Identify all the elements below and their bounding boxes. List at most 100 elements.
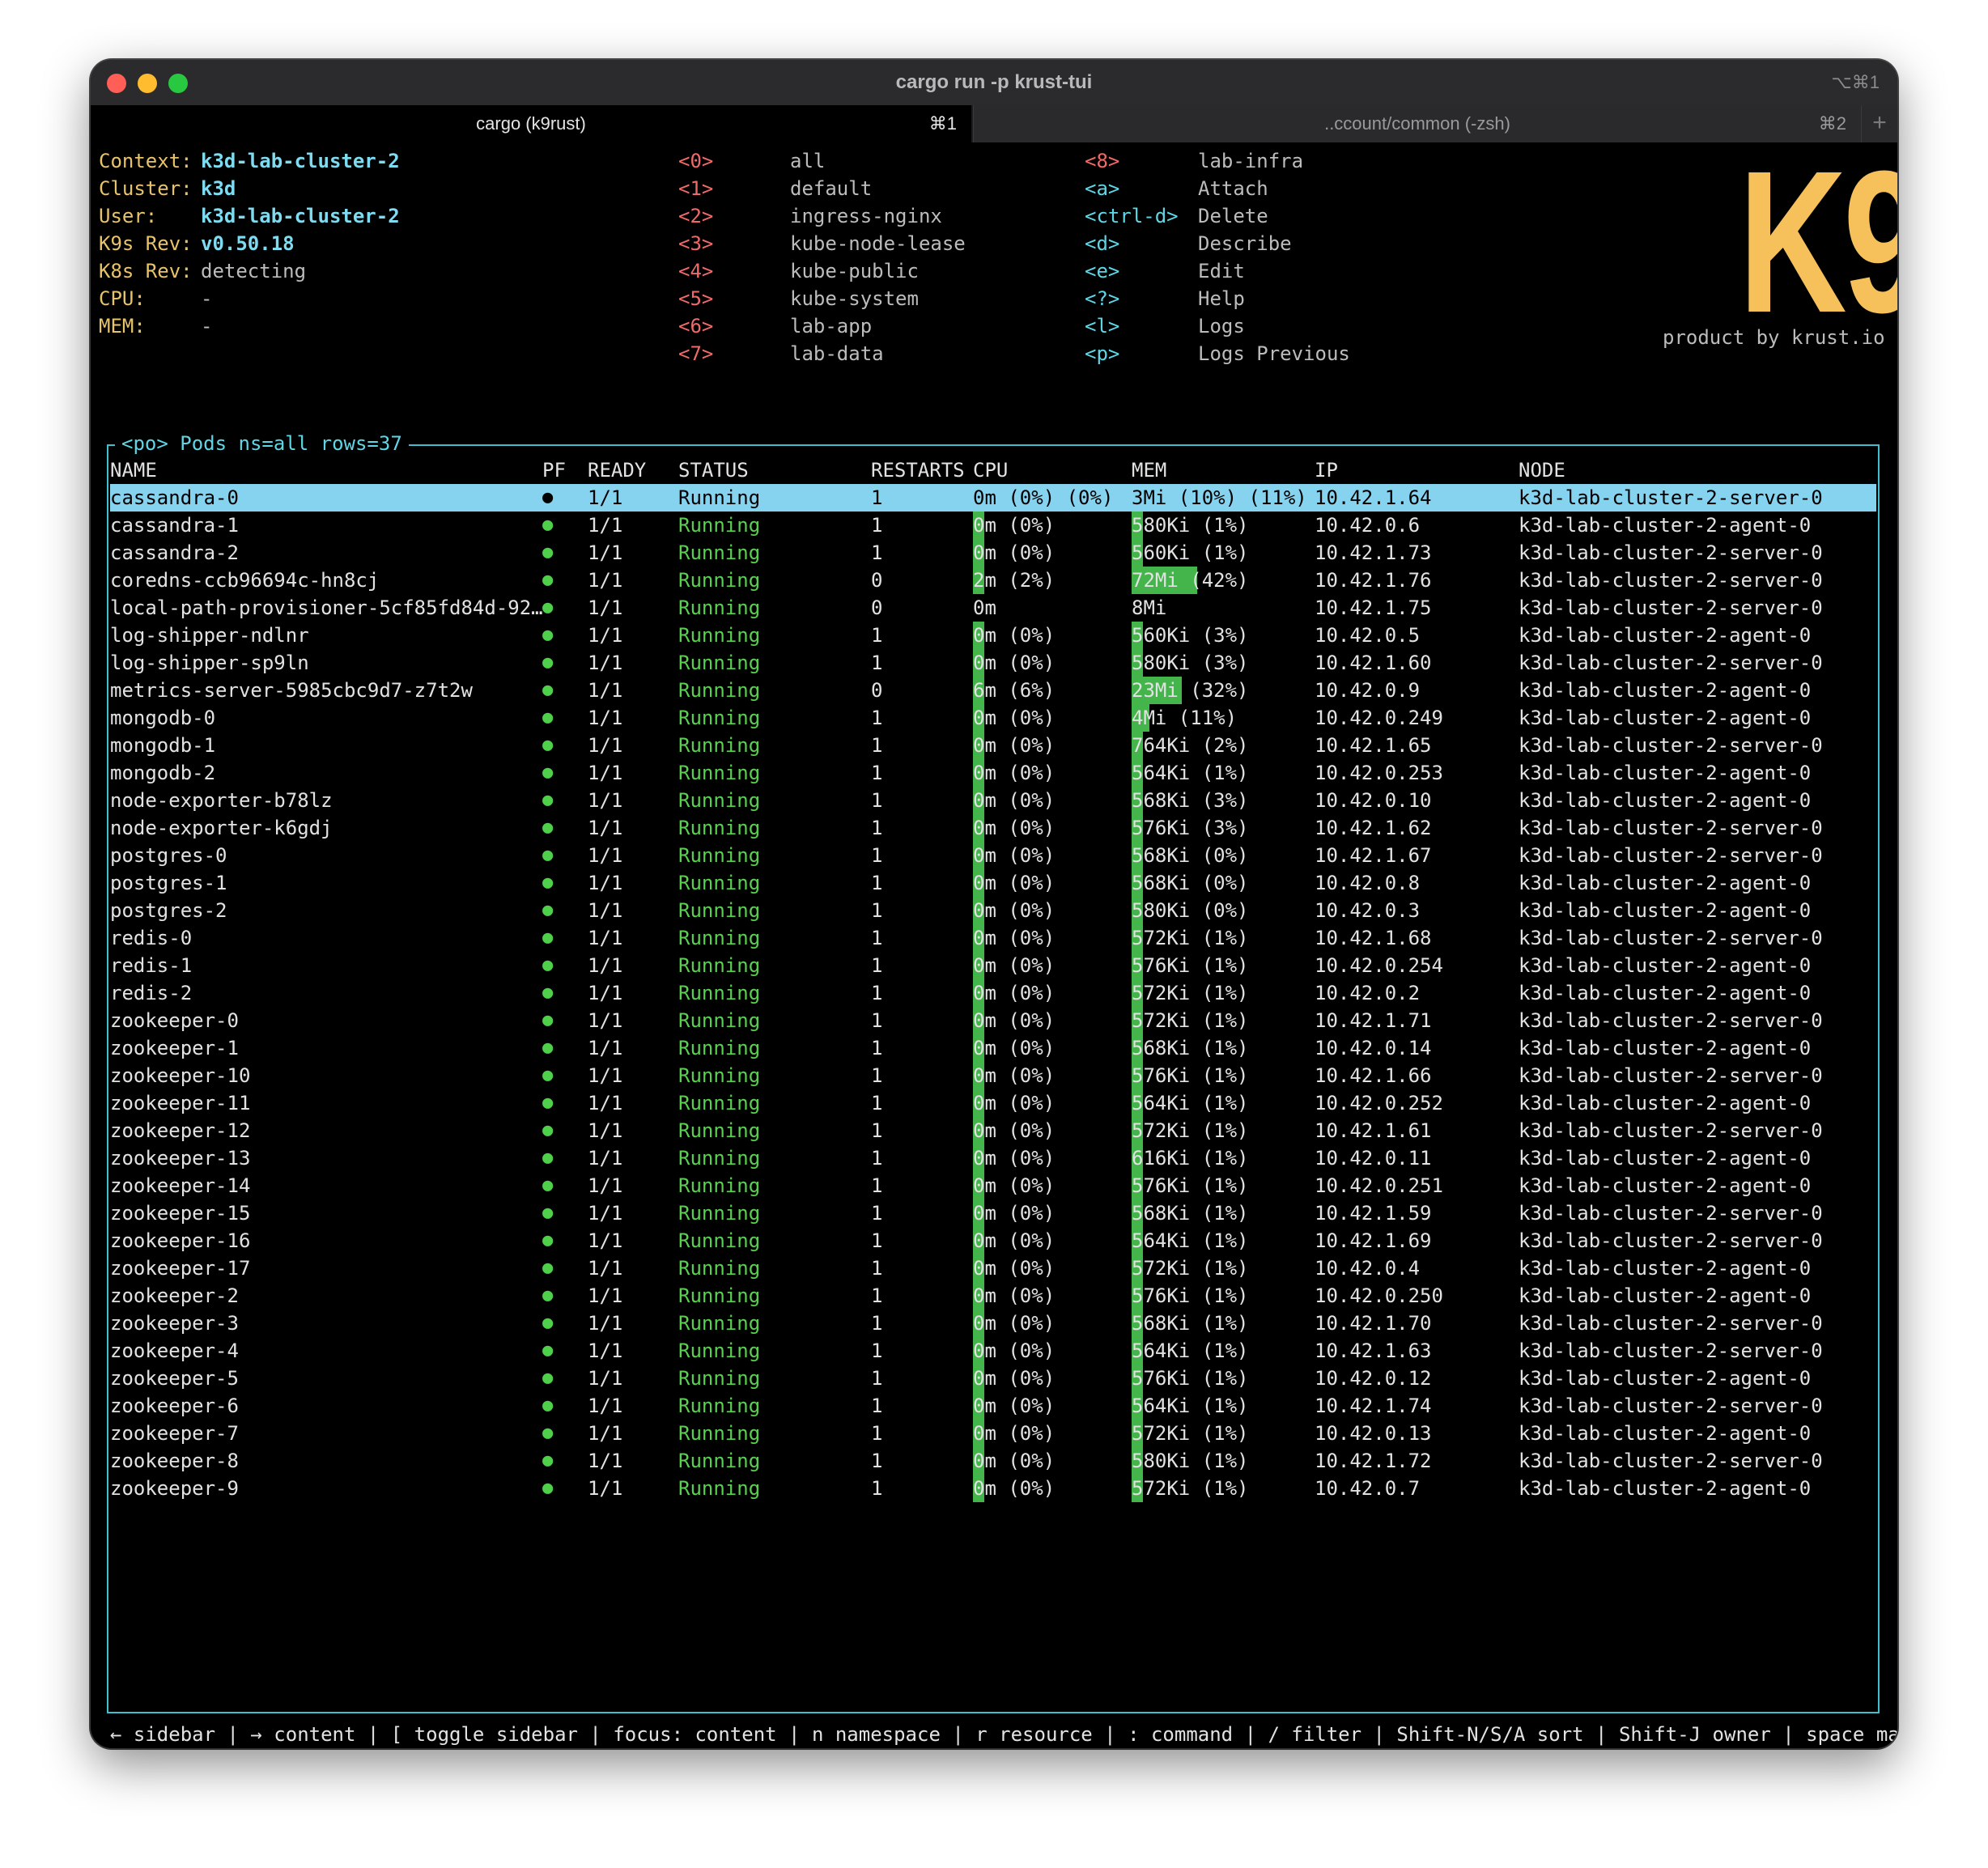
namespace-item[interactable]: ingress-nginx [790,202,942,230]
namespace-item[interactable]: kube-public [790,257,919,285]
cell-pf: ● [542,735,554,755]
namespace-key[interactable]: <0> [678,147,713,175]
table-row[interactable]: redis-0 ● 1/1 Running 1 0m (0%) 572Ki (1%) 10.4… [110,924,1876,952]
table-row[interactable]: mongodb-2 ● 1/1 Running 1 0m (0%) 564Ki (1%) 10… [110,759,1876,787]
action-key[interactable]: <e> [1085,257,1119,285]
cell-mem: 72Mi (42%) [1132,569,1249,592]
action-key[interactable]: <p> [1085,340,1119,367]
column-header-restarts[interactable]: RESTARTS [871,456,965,484]
cell-ip: 10.42.1.73 [1315,541,1432,564]
table-row[interactable]: postgres-0 ● 1/1 Running 1 0m (0%) 568Ki (0%) 1… [110,842,1876,869]
table-row[interactable]: zookeeper-14 ● 1/1 Running 1 0m (0%) 576Ki (1%… [110,1172,1876,1199]
table-row[interactable]: zookeeper-17 ● 1/1 Running 1 0m (0%) 572Ki (1%… [110,1255,1876,1282]
table-row[interactable]: cassandra-0 ● 1/1 Running 1 0m (0%) (0%) 3Mi (… [110,484,1876,512]
namespace-key[interactable]: <2> [678,202,713,230]
cell-pf: ● [542,1010,554,1030]
table-row[interactable]: log-shipper-sp9ln ● 1/1 Running 1 0m (0%) 580K… [110,649,1876,677]
table-row[interactable]: zookeeper-2 ● 1/1 Running 1 0m (0%) 576Ki (1%)… [110,1282,1876,1310]
namespace-key[interactable]: <3> [678,230,713,257]
cell-ready: 1/1 [588,1064,623,1087]
table-row[interactable]: zookeeper-5 ● 1/1 Running 1 0m (0%) 576Ki (1%)… [110,1365,1876,1392]
action-key[interactable]: <l> [1085,312,1119,340]
action-item[interactable]: Edit [1198,257,1245,285]
table-row[interactable]: zookeeper-7 ● 1/1 Running 1 0m (0%) 572Ki (1%)… [110,1420,1876,1447]
action-item[interactable]: Logs Previous [1198,340,1350,367]
table-row[interactable]: zookeeper-4 ● 1/1 Running 1 0m (0%) 564Ki (1%)… [110,1337,1876,1365]
action-key[interactable]: <ctrl-d> [1085,202,1179,230]
cell-restarts: 0 [871,569,883,592]
table-row[interactable]: zookeeper-10 ● 1/1 Running 1 0m (0%) 576Ki (1%… [110,1062,1876,1089]
table-row[interactable]: redis-2 ● 1/1 Running 1 0m (0%) 572Ki (1%) 10.4… [110,979,1876,1007]
cell-status: Running [678,1064,761,1087]
namespace-key[interactable]: <4> [678,257,713,285]
column-header-pf[interactable]: PF [542,456,566,484]
cell-cpu: 0m (0%) [973,652,1056,674]
table-row[interactable]: zookeeper-8 ● 1/1 Running 1 0m (0%) 580Ki (1%)… [110,1447,1876,1475]
cell-ready: 1/1 [588,817,623,839]
table-row[interactable]: cassandra-2 ● 1/1 Running 1 0m (0%) 560Ki (1%)… [110,539,1876,567]
namespace-item[interactable]: default [790,175,872,202]
table-row[interactable]: postgres-1 ● 1/1 Running 1 0m (0%) 568Ki (0%) 1… [110,869,1876,897]
table-row[interactable]: redis-1 ● 1/1 Running 1 0m (0%) 576Ki (1%) 10.4… [110,952,1876,979]
namespace-key[interactable]: <7> [678,340,713,367]
namespace-item[interactable]: kube-node-lease [790,230,966,257]
cell-pf: ● [542,625,554,645]
table-row[interactable]: zookeeper-0 ● 1/1 Running 1 0m (0%) 572Ki (1%)… [110,1007,1876,1034]
table-row[interactable]: zookeeper-16 ● 1/1 Running 1 0m (0%) 564Ki (1%… [110,1227,1876,1255]
cell-status: Running [678,514,761,537]
table-row[interactable]: node-exporter-k6gdj ● 1/1 Running 1 0m (0%) 57… [110,814,1876,842]
column-header-status[interactable]: STATUS [678,456,749,484]
column-header-mem[interactable]: MEM [1132,456,1166,484]
table-row[interactable]: zookeeper-6 ● 1/1 Running 1 0m (0%) 564Ki (1%)… [110,1392,1876,1420]
namespace-key[interactable]: <5> [678,285,713,312]
table-row[interactable]: mongodb-1 ● 1/1 Running 1 0m (0%) 764Ki (2%) 10… [110,732,1876,759]
table-row[interactable]: zookeeper-13 ● 1/1 Running 1 0m (0%) 616Ki (1%… [110,1144,1876,1172]
namespace-item[interactable]: lab-data [790,340,884,367]
action-item[interactable]: Delete [1198,202,1268,230]
action-item[interactable]: lab-infra [1198,147,1303,175]
column-header-ready[interactable]: READY [588,456,646,484]
action-item[interactable]: Attach [1198,175,1268,202]
namespace-item[interactable]: kube-system [790,285,919,312]
column-header-name[interactable]: NAME [110,456,157,484]
cell-pf: ● [542,1230,554,1250]
action-key[interactable]: <a> [1085,175,1119,202]
action-item[interactable]: Logs [1198,312,1245,340]
table-row[interactable]: mongodb-0 ● 1/1 Running 1 0m (0%) 4Mi (11%) 10.… [110,704,1876,732]
cell-name: node-exporter-k6gdj [110,817,333,839]
action-key[interactable]: <d> [1085,230,1119,257]
table-row[interactable]: metrics-server-5985cbc9d7-z7t2w ● 1/1 Runni… [110,677,1876,704]
tab-zsh[interactable]: ..ccount/common (-zsh) ⌘2 [973,105,1861,142]
table-row[interactable]: zookeeper-1 ● 1/1 Running 1 0m (0%) 568Ki (1%)… [110,1034,1876,1062]
table-row[interactable]: zookeeper-11 ● 1/1 Running 1 0m (0%) 564Ki (1%… [110,1089,1876,1117]
column-header-cpu[interactable]: CPU [973,456,1008,484]
table-row[interactable]: zookeeper-15 ● 1/1 Running 1 0m (0%) 568Ki (1%… [110,1199,1876,1227]
cell-cpu: 0m (0%) [973,1202,1056,1225]
column-header-node[interactable]: NODE [1519,456,1565,484]
column-header-ip[interactable]: IP [1315,456,1338,484]
cell-name: zookeeper-13 [110,1147,251,1170]
namespace-item[interactable]: lab-app [790,312,872,340]
table-row[interactable]: coredns-ccb96694c-hn8cj ● 1/1 Running 0 2m (2… [110,567,1876,594]
action-key[interactable]: <8> [1085,147,1119,175]
table-row[interactable]: cassandra-1 ● 1/1 Running 1 0m (0%) 580Ki (1%)… [110,512,1876,539]
cell-mem: 568Ki (0%) [1132,872,1249,894]
table-row[interactable]: zookeeper-12 ● 1/1 Running 1 0m (0%) 572Ki (1%… [110,1117,1876,1144]
tab-cargo[interactable]: cargo (k9rust) ⌘1 [91,105,971,142]
cell-pf: ● [542,1065,554,1085]
table-row[interactable]: log-shipper-ndlnr ● 1/1 Running 1 0m (0%) 560K… [110,622,1876,649]
namespace-item[interactable]: all [790,147,825,175]
cell-restarts: 1 [871,1312,883,1335]
cell-name: zookeeper-4 [110,1339,239,1362]
table-row[interactable]: postgres-2 ● 1/1 Running 1 0m (0%) 580Ki (0%) 1… [110,897,1876,924]
namespace-key[interactable]: <6> [678,312,713,340]
table-row[interactable]: zookeeper-9 ● 1/1 Running 1 0m (0%) 572Ki (1%)… [110,1475,1876,1502]
table-row[interactable]: local-path-provisioner-5cf85fd84d-92… ● 1/… [110,594,1876,622]
action-item[interactable]: Describe [1198,230,1292,257]
cell-pf: ● [542,1313,554,1333]
action-item[interactable]: Help [1198,285,1245,312]
namespace-key[interactable]: <1> [678,175,713,202]
action-key[interactable]: <?> [1085,285,1119,312]
table-row[interactable]: zookeeper-3 ● 1/1 Running 1 0m (0%) 568Ki (1%)… [110,1310,1876,1337]
table-row[interactable]: node-exporter-b78lz ● 1/1 Running 1 0m (0%) 56… [110,787,1876,814]
